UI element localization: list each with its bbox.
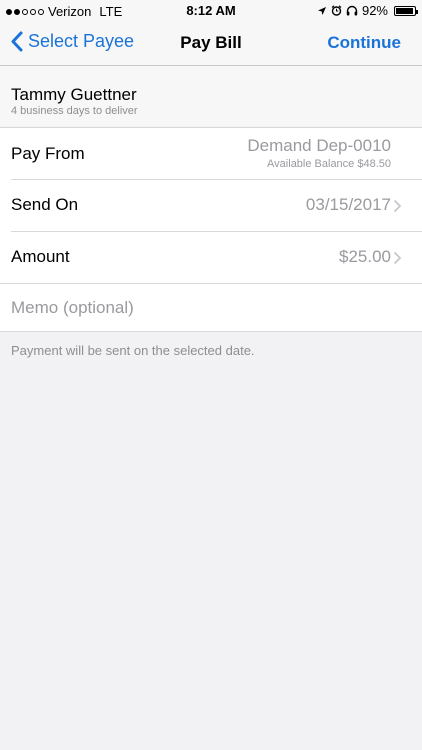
battery-percentage: 92% (361, 3, 388, 18)
available-balance: Available Balance $48.50 (267, 158, 391, 170)
payee-name: Tammy Guettner (11, 85, 137, 104)
memo-input[interactable] (11, 294, 391, 322)
alarm-clock-icon (331, 5, 342, 16)
send-on-label: Send On (11, 195, 79, 214)
navigation-bar: Select Payee Pay Bill Continue (0, 22, 422, 66)
pay-from-value: Demand Dep-0010 Available Balance $48.50 (247, 136, 391, 170)
chevron-right-icon (393, 199, 402, 213)
pay-from-account: Demand Dep-0010 (247, 136, 391, 155)
send-on-row[interactable]: Send On 03/15/2017 (0, 180, 422, 231)
status-bar: Verizon LTE 8:12 AM 92% (0, 0, 422, 22)
payment-date-note: Payment will be sent on the selected dat… (11, 343, 255, 358)
amount-value: $25.00 (339, 247, 391, 266)
pay-from-label: Pay From (11, 144, 85, 163)
memo-row (0, 284, 422, 332)
battery-icon (394, 5, 418, 16)
status-right: 92% (317, 3, 418, 18)
headphones-icon (346, 5, 358, 16)
payee-header: Tammy Guettner 4 business days to delive… (0, 66, 422, 126)
chevron-right-icon (393, 251, 402, 265)
location-arrow-icon (317, 6, 326, 15)
delivery-time-note: 4 business days to deliver (11, 105, 138, 117)
pay-from-row[interactable]: Pay From Demand Dep-0010 Available Balan… (0, 128, 422, 179)
amount-row[interactable]: Amount $25.00 (0, 232, 422, 283)
amount-label: Amount (11, 247, 70, 266)
send-on-date: 03/15/2017 (305, 195, 391, 214)
payment-form: Pay From Demand Dep-0010 Available Balan… (0, 127, 422, 332)
continue-button[interactable]: Continue (327, 33, 401, 53)
